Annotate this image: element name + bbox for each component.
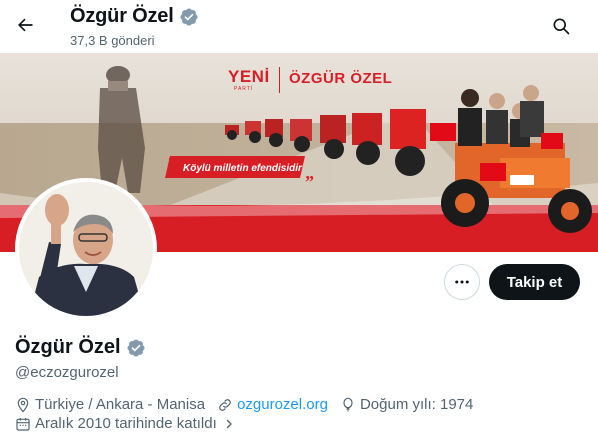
back-button[interactable] [8, 8, 42, 42]
banner-name: ÖZGÜR ÖZEL [289, 70, 393, 87]
location-item: Türkiye / Ankara - Manisa [15, 396, 205, 413]
verified-badge-icon[interactable] [126, 338, 146, 358]
arrow-left-icon [18, 18, 33, 32]
website-link[interactable]: ozgurozel.org [237, 396, 328, 413]
follow-button[interactable]: Takip et [489, 264, 580, 300]
profile-avatar[interactable] [15, 178, 157, 320]
joined-text: Aralık 2010 tarihinde katıldı [35, 415, 217, 432]
birth-item: Doğum yılı: 1974 [340, 396, 473, 413]
profile-handle: @eczozgurozel [15, 364, 119, 381]
link-icon [219, 398, 231, 411]
calendar-icon [16, 417, 30, 431]
chevron-right-icon [226, 419, 232, 428]
svg-text:“: “ [168, 152, 177, 172]
more-options-button[interactable] [444, 264, 480, 300]
search-button[interactable] [544, 9, 578, 43]
banner-slogan: Köylü milletin efendisidir [183, 163, 302, 174]
profile-meta-row: Türkiye / Ankara - Manisa ozgurozel.org … [15, 396, 485, 413]
location-text: Türkiye / Ankara - Manisa [35, 396, 206, 413]
profile-name: Özgür Özel [15, 336, 121, 358]
header-title-row: Özgür Özel [70, 5, 199, 28]
banner-party-word: YENİ [228, 67, 270, 86]
website-item[interactable]: ozgurozel.org [217, 396, 328, 413]
header-name: Özgür Özel [70, 5, 174, 27]
avatar-photo [19, 182, 153, 316]
joined-item[interactable]: Aralık 2010 tarihinde katıldı [15, 415, 237, 432]
balloon-icon [343, 397, 353, 412]
svg-text:”: ” [305, 172, 314, 192]
birth-text: Doğum yılı: 1974 [359, 396, 474, 413]
more-horizontal-icon [455, 280, 469, 284]
location-pin-icon [17, 397, 29, 413]
profile-header: Özgür Özel 37,3 B gönderi [0, 0, 598, 53]
profile-name-row: Özgür Özel [15, 336, 146, 359]
post-count: 37,3 B gönderi [70, 33, 155, 48]
banner-party-sub: PARTİ [234, 86, 254, 92]
search-icon [553, 18, 570, 35]
verified-badge-icon [180, 7, 198, 26]
